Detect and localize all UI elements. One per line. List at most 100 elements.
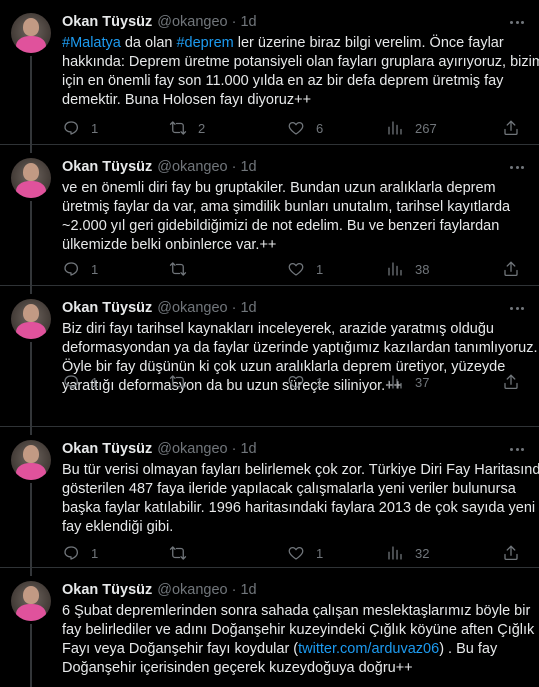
tweet[interactable]: Okan Tüysüz @okangeo · 1d ve en önemli d… — [0, 145, 539, 286]
tweet-header: Okan Tüysüz @okangeo · 1d — [62, 299, 527, 317]
avatar[interactable] — [11, 581, 51, 621]
text-line: Biz diri fayı tarihsel kaynakları incele… — [62, 321, 494, 337]
avatar[interactable] — [11, 158, 51, 198]
text-line: başka faylar katılabilir. 1996 haritasın… — [62, 500, 536, 516]
retweet-count: 2 — [198, 120, 206, 136]
like-count: 6 — [316, 120, 324, 136]
author-handle[interactable]: @okangeo — [157, 158, 227, 176]
views-button[interactable]: 32 — [386, 543, 429, 563]
share-icon — [504, 261, 518, 277]
text-run: ler üzerine biraz bilgi verelim. Önce fa… — [233, 35, 504, 51]
tweet-actions: 1 1 37 — [62, 372, 524, 392]
tweet-thread: Okan Tüysüz @okangeo · 1d #Malatya da ol… — [0, 0, 539, 687]
retweet-button[interactable] — [169, 543, 198, 563]
retweet-icon — [169, 546, 187, 560]
reply-button[interactable]: 1 — [62, 543, 98, 563]
text-line: Bu tür verisi olmayan fayları belirlemek… — [62, 462, 539, 478]
hashtag-link[interactable]: #deprem — [176, 35, 233, 51]
retweet-icon — [169, 262, 187, 276]
tweet-text: 6 Şubat depremlerinden sonra sahada çalı… — [62, 602, 535, 678]
author-name[interactable]: Okan Tüysüz — [62, 581, 152, 599]
analytics-icon — [388, 262, 402, 276]
retweet-button[interactable] — [169, 372, 198, 392]
more-options-icon[interactable] — [507, 158, 527, 176]
text-run: da olan — [120, 35, 177, 51]
author-handle[interactable]: @okangeo — [157, 440, 227, 458]
avatar[interactable] — [11, 13, 51, 53]
external-link[interactable]: twitter.com/arduvaz06 — [298, 641, 439, 657]
text-line: için en önemli fay son 11.000 yılda en a… — [62, 73, 504, 89]
reply-count: 1 — [91, 545, 99, 561]
text-line: Doğanşehir içerisinden geçerek kuzeydoğu… — [62, 660, 413, 676]
timestamp[interactable]: 1d — [240, 158, 256, 176]
reply-button[interactable]: 1 — [62, 372, 98, 392]
like-button[interactable]: 1 — [287, 259, 323, 279]
author-name[interactable]: Okan Tüysüz — [62, 440, 152, 458]
text-line: üretmiş faylar da var, ama şimdilik bunl… — [62, 199, 511, 215]
thread-connector — [30, 624, 32, 687]
view-count: 38 — [415, 261, 430, 277]
timestamp[interactable]: 1d — [240, 13, 256, 31]
share-button[interactable] — [502, 543, 520, 563]
view-count: 37 — [415, 374, 430, 390]
retweet-button[interactable]: 2 — [169, 118, 205, 138]
thread-connector — [30, 427, 32, 435]
reply-icon — [64, 375, 79, 389]
thread-connector — [30, 342, 32, 427]
like-button[interactable]: 1 — [287, 372, 323, 392]
text-line: gösterilen 487 faya ileride yapılacak ça… — [62, 481, 516, 497]
tweet[interactable]: Okan Tüysüz @okangeo · 1d #Malatya da ol… — [0, 0, 539, 145]
view-count: 32 — [415, 545, 430, 561]
tweet-actions: 1 1 32 — [62, 543, 524, 563]
reply-button[interactable]: 1 — [62, 259, 98, 279]
views-button[interactable]: 37 — [386, 372, 429, 392]
heart-icon — [288, 121, 304, 135]
tweet[interactable]: Okan Tüysüz @okangeo · 1d Biz diri fayı … — [0, 286, 539, 427]
share-button[interactable] — [502, 372, 520, 392]
author-handle[interactable]: @okangeo — [157, 581, 227, 599]
analytics-icon — [388, 121, 402, 135]
tweet-actions: 1 2 6 267 — [62, 118, 524, 138]
author-handle[interactable]: @okangeo — [157, 13, 227, 31]
hashtag-link[interactable]: #Malatya — [62, 35, 121, 51]
separator: · — [231, 159, 237, 175]
author-name[interactable]: Okan Tüysüz — [62, 299, 152, 317]
author-handle[interactable]: @okangeo — [157, 299, 227, 317]
views-button[interactable]: 38 — [386, 259, 429, 279]
text-line: ~2.000 yıl geri gidebildiğimizi de not e… — [62, 218, 500, 234]
avatar[interactable] — [11, 440, 51, 480]
timestamp[interactable]: 1d — [240, 299, 256, 317]
timestamp[interactable]: 1d — [240, 581, 256, 599]
tweet-text: Bu tür verisi olmayan fayları belirlemek… — [62, 461, 539, 537]
separator: · — [231, 300, 237, 316]
share-icon — [504, 545, 518, 561]
avatar[interactable] — [11, 299, 51, 339]
text-line: 6 Şubat depremlerinden sonra sahada çalı… — [62, 603, 531, 619]
tweet[interactable]: Okan Tüysüz @okangeo · 1d Bu tür verisi … — [0, 427, 539, 568]
like-count: 1 — [316, 374, 324, 390]
like-button[interactable]: 6 — [287, 118, 323, 138]
more-options-icon[interactable] — [507, 440, 527, 458]
thread-connector — [30, 56, 32, 145]
text-line: hakkında: Deprem üretme potansiyeli olan… — [62, 54, 539, 70]
author-name[interactable]: Okan Tüysüz — [62, 158, 152, 176]
retweet-button[interactable] — [169, 259, 198, 279]
text-line: ve en önemli diri fay bu gruptakiler. Bu… — [62, 180, 496, 196]
retweet-icon — [169, 375, 187, 389]
share-button[interactable] — [502, 259, 520, 279]
share-icon — [504, 374, 518, 390]
tweet-text: ve en önemli diri fay bu gruptakiler. Bu… — [62, 179, 527, 255]
views-button[interactable]: 267 — [386, 118, 437, 138]
author-name[interactable]: Okan Tüysüz — [62, 13, 152, 31]
tweet-actions: 1 1 38 — [62, 259, 524, 279]
more-options-icon[interactable] — [507, 13, 527, 31]
text-run: ) . Bu fay — [439, 641, 498, 657]
timestamp[interactable]: 1d — [240, 440, 256, 458]
more-options-icon[interactable] — [507, 299, 527, 317]
text-line: ülkemizde belki onbinlerce var.++ — [62, 237, 277, 253]
like-button[interactable]: 1 — [287, 543, 323, 563]
share-button[interactable] — [502, 118, 520, 138]
text-line: fay belirlediler ve adını Doğanşehir kuz… — [62, 622, 535, 638]
reply-button[interactable]: 1 — [62, 118, 98, 138]
tweet[interactable]: Okan Tüysüz @okangeo · 1d 6 Şubat deprem… — [0, 568, 539, 687]
